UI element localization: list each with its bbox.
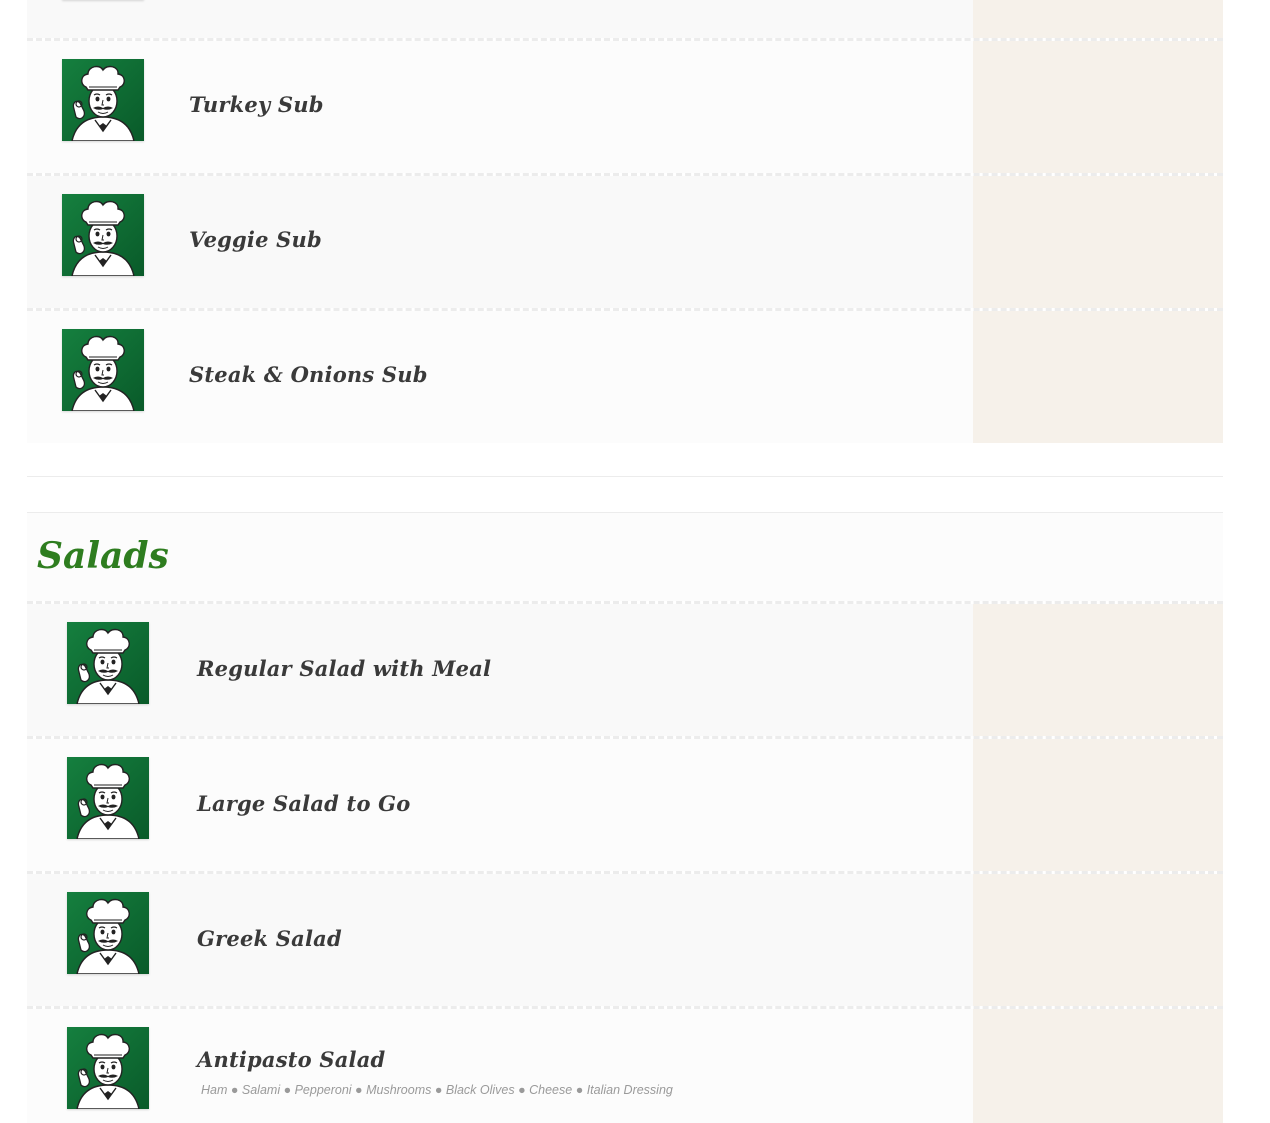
chef-logo-icon[interactable] bbox=[62, 194, 144, 276]
item-name[interactable]: Steak & Onions Sub bbox=[189, 362, 428, 387]
chef-logo-icon[interactable] bbox=[62, 329, 144, 411]
table-row[interactable]: Antipasto Salad Ham ● Salami ● Pepperoni… bbox=[27, 1006, 1223, 1123]
price-cell bbox=[973, 874, 1223, 1006]
table-row[interactable]: Greek Salad bbox=[27, 871, 1223, 1006]
item-name[interactable]: Veggie Sub bbox=[189, 227, 322, 252]
salads-section-header: Salads bbox=[27, 512, 1223, 601]
item-name[interactable]: Antipasto Salad bbox=[197, 1047, 385, 1072]
price-cell bbox=[973, 176, 1223, 308]
item-name[interactable]: Turkey Sub bbox=[189, 92, 324, 117]
chef-logo-icon[interactable] bbox=[67, 757, 149, 839]
item-description: Ham ● Salami ● Pepperoni ● Mushrooms ● B… bbox=[201, 1083, 673, 1097]
item-name[interactable]: Regular Salad with Meal bbox=[197, 656, 491, 681]
table-row[interactable]: Veggie Sub bbox=[27, 173, 1223, 308]
table-row[interactable]: Regular Salad with Meal bbox=[27, 601, 1223, 736]
price-cell bbox=[973, 604, 1223, 736]
chef-logo-icon[interactable] bbox=[67, 892, 149, 974]
table-row[interactable]: Turkey Sub bbox=[27, 38, 1223, 173]
subs-menu-table: Turkey Sub Veggie Sub Steak & Onions Sub bbox=[27, 0, 1223, 443]
price-cell bbox=[973, 739, 1223, 871]
chef-logo-icon[interactable] bbox=[67, 622, 149, 704]
chef-logo-icon[interactable] bbox=[62, 59, 144, 141]
chef-logo-icon[interactable] bbox=[67, 1027, 149, 1109]
item-name[interactable]: Large Salad to Go bbox=[197, 791, 411, 816]
table-row bbox=[27, 0, 1223, 38]
price-cell bbox=[973, 41, 1223, 173]
price-cell bbox=[973, 1009, 1223, 1123]
price-cell bbox=[973, 311, 1223, 443]
menu-page: Turkey Sub Veggie Sub Steak & Onions Sub… bbox=[0, 0, 1270, 1123]
item-name[interactable]: Greek Salad bbox=[197, 926, 342, 951]
section-divider bbox=[27, 476, 1223, 477]
table-row[interactable]: Large Salad to Go bbox=[27, 736, 1223, 871]
salads-menu-table: Regular Salad with Meal Large Salad to G… bbox=[27, 601, 1223, 1123]
table-row[interactable]: Steak & Onions Sub bbox=[27, 308, 1223, 443]
section-title: Salads bbox=[37, 535, 169, 577]
